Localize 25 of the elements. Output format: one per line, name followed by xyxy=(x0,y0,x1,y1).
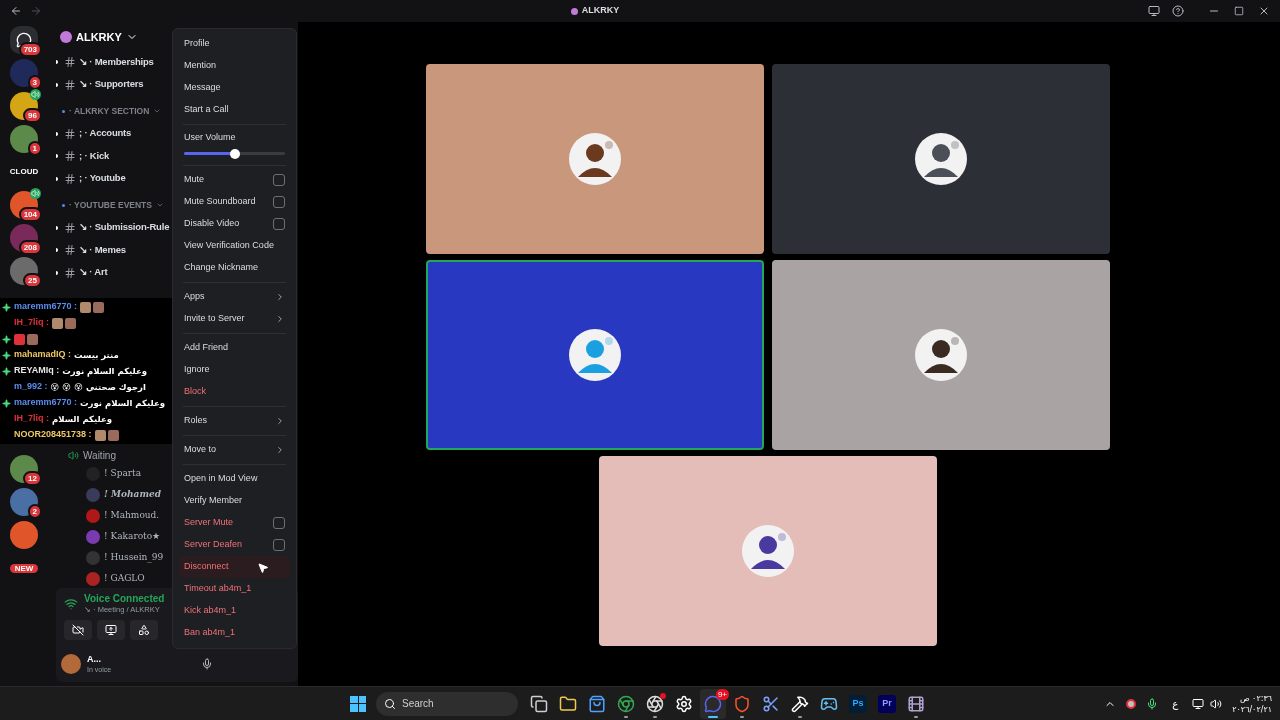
unread-badge: 25 xyxy=(23,273,42,288)
unread-badge: 96 xyxy=(23,108,42,123)
user-name: A... xyxy=(87,654,102,665)
unread-badge: 12 xyxy=(23,471,42,486)
chat-username: mahamadIQ : xyxy=(14,348,71,362)
chat-message: وعليكم السلام نورت xyxy=(62,364,148,378)
chat-message: ارجوك صحتني 😵 😵 😵 xyxy=(50,380,146,394)
chat-message: وعليكم السلام نورت xyxy=(80,396,165,410)
unread-badge: 104 xyxy=(18,207,42,222)
slider-label: User Volume xyxy=(184,131,237,144)
chat-username: REYAMIq : xyxy=(14,364,60,378)
chat-username: maremm6770 : xyxy=(14,396,78,410)
voice-status-title: Voice Connected xyxy=(84,593,165,605)
notification-badge: 9+ xyxy=(715,688,729,700)
chat-message: وعليكم السلام xyxy=(52,412,113,426)
chat-username: IH_7liq : xyxy=(14,412,49,426)
chat-message: منتر بيست xyxy=(74,348,119,362)
chat-username: IH_7liq : xyxy=(14,316,49,330)
unread-badge: 703 xyxy=(18,42,42,57)
window-title: ALKRKY xyxy=(581,4,620,18)
chat-username: NOOR208451738 : xyxy=(14,428,92,442)
new-badge: NEW xyxy=(9,564,39,573)
chat-username: maremm6770 : xyxy=(14,300,78,314)
unread-badge: 208 xyxy=(18,240,42,255)
chat-username: m_992 : xyxy=(14,380,48,394)
